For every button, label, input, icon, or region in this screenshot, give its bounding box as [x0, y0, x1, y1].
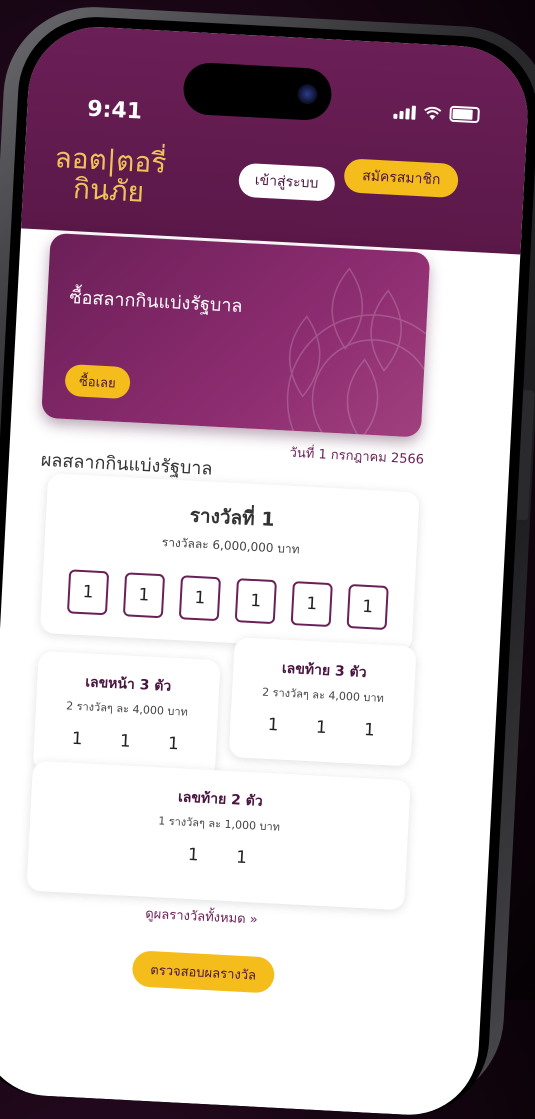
first-prize-digit: 1 [346, 583, 389, 631]
results-date: วันที่ 1 กรกฎาคม 2566 [289, 445, 425, 468]
back-3-number: 1 1 1 [267, 714, 392, 742]
first-prize-digits: 1 1 1 1 1 1 [41, 568, 415, 631]
buy-now-button[interactable]: ซื้อเลย [64, 363, 131, 400]
first-prize-digit: 1 [66, 569, 110, 616]
wifi-icon [424, 106, 442, 120]
app-header: 9:41 ลอต|ตอรี่ กินภัย เข้าสู่ระบบ สมัครส… [21, 23, 532, 255]
view-all-results-link[interactable]: ดูผลรางวัลทั้งหมด » [145, 903, 258, 930]
status-icons [393, 103, 480, 124]
signal-icon [393, 105, 416, 120]
phone-device: 9:41 ลอต|ตอรี่ กินภัย เข้าสู่ระบบ สมัครส… [0, 13, 535, 1119]
status-time: 9:41 [86, 96, 143, 125]
battery-icon [449, 105, 480, 124]
app-screen: 9:41 ลอต|ตอรี่ กินภัย เข้าสู่ระบบ สมัครส… [0, 23, 532, 1119]
register-button[interactable]: สมัครสมาชิก [343, 158, 460, 199]
front-3-number: 1 1 1 [71, 728, 196, 756]
back-2-number: 1 1 [187, 844, 264, 869]
first-prize-digit: 1 [290, 581, 333, 628]
back-3-digit-card: เลขท้าย 3 ตัว 2 รางวัลๆ ละ 4,000 บาท 1 1… [228, 637, 417, 767]
app-logo: ลอต|ตอรี่ กินภัย [52, 141, 167, 209]
login-button[interactable]: เข้าสู่ระบบ [237, 162, 336, 202]
camera-icon [296, 83, 318, 105]
first-prize-card: รางวัลที่ 1 รางวัลละ 6,000,000 บาท 1 1 1… [39, 473, 420, 653]
first-prize-digit: 1 [234, 578, 277, 625]
front-3-digit-card: เลขหน้า 3 ตัว 2 รางวัลๆ ละ 4,000 บาท 1 1… [32, 650, 221, 781]
first-prize-digit: 1 [122, 572, 166, 619]
back-2-digit-card: เลขท้าย 2 ตัว 1 รางวัลๆ ละ 1,000 บาท 1 1 [26, 760, 411, 911]
check-results-button[interactable]: ตรวจสอบผลรางวัล [131, 950, 276, 994]
first-prize-digit: 1 [178, 575, 222, 622]
buy-lottery-banner: ซื้อสลากกินแบ่งรัฐบาล ซื้อเลย [41, 232, 431, 438]
banner-pattern [286, 267, 431, 438]
dynamic-island [182, 61, 333, 122]
